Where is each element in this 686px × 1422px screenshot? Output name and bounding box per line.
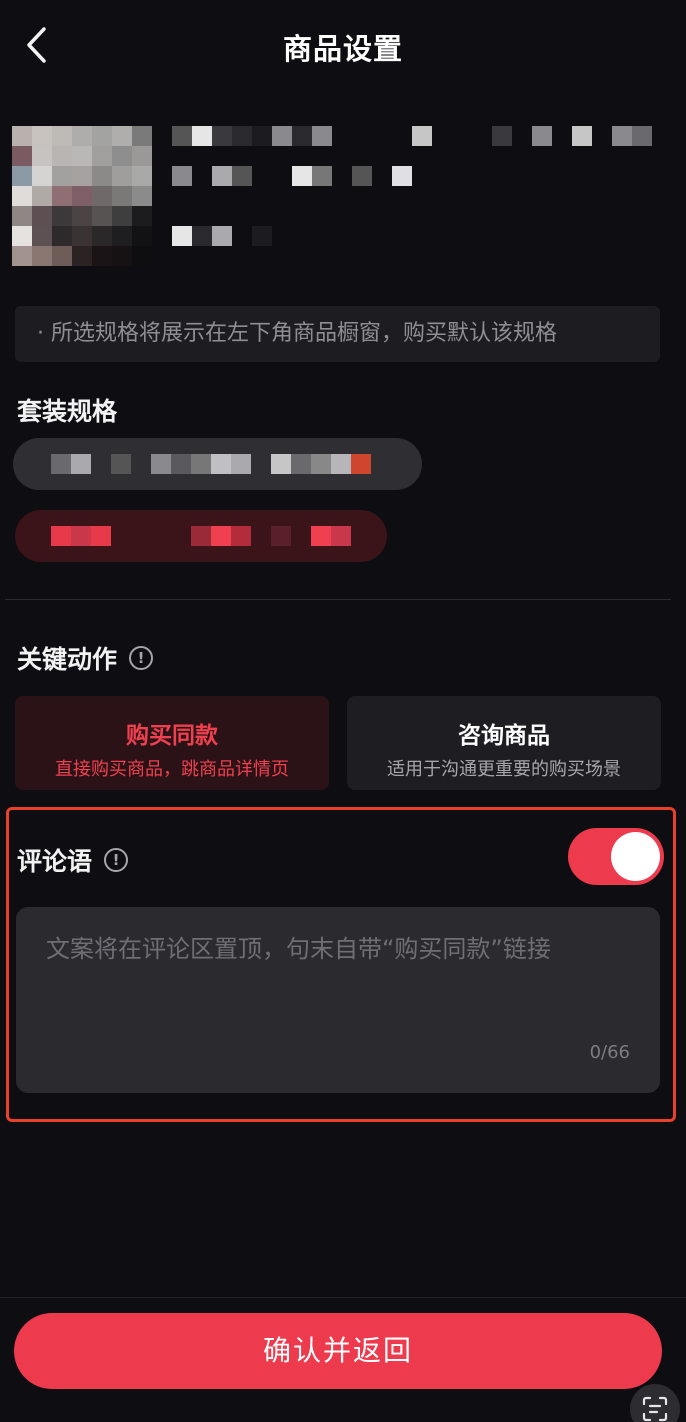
toggle-knob	[611, 832, 660, 881]
comment-textarea[interactable]: 文案将在评论区置顶，句末自带“购买同款”链接 0/66	[16, 907, 660, 1093]
page-title: 商品设置	[282, 32, 403, 66]
comment-label: 评论语	[17, 847, 93, 876]
spec-option-label-blurred	[51, 454, 371, 474]
char-counter: 0/66	[589, 1042, 630, 1063]
product-price-blurred	[172, 226, 272, 246]
section-divider	[5, 599, 671, 600]
comment-toggle[interactable]	[568, 828, 664, 885]
confirm-return-button[interactable]: 确认并返回	[14, 1313, 662, 1389]
comment-title: 评论语!	[17, 842, 129, 878]
info-icon[interactable]: !	[104, 848, 129, 872]
key-action-label: 关键动作	[17, 645, 118, 674]
action-consult-title: 咨询商品	[458, 723, 550, 749]
action-buy-same-card[interactable]: 购买同款 直接购买商品，跳商品详情页	[15, 696, 329, 790]
scan-text-icon	[642, 1396, 668, 1422]
action-buy-desc: 直接购买商品，跳商品详情页	[55, 759, 289, 780]
comment-placeholder: 文案将在评论区置顶，句末自带“购买同款”链接	[46, 935, 551, 963]
header-bar: 商品设置	[0, 0, 686, 92]
product-title-blurred-2	[172, 166, 412, 186]
spec-notice: · 所选规格将展示在左下角商品橱窗，购买默认该规格	[15, 306, 660, 362]
product-image	[12, 126, 152, 266]
action-buy-title: 购买同款	[126, 723, 218, 749]
info-icon[interactable]: !	[129, 646, 154, 670]
spec-option-chip-selected[interactable]	[15, 510, 387, 562]
spec-option-chip[interactable]	[13, 438, 422, 490]
scan-button[interactable]	[630, 1384, 680, 1422]
spec-section-title: 套装规格	[17, 397, 118, 426]
action-consult-card[interactable]: 咨询商品 适用于沟通更重要的购买场景	[347, 696, 661, 790]
key-action-title: 关键动作!	[17, 640, 154, 676]
spec-option-label-blurred	[51, 526, 351, 546]
product-title-blurred	[172, 126, 652, 146]
footer-divider	[0, 1297, 686, 1298]
action-consult-desc: 适用于沟通更重要的购买场景	[387, 759, 621, 780]
